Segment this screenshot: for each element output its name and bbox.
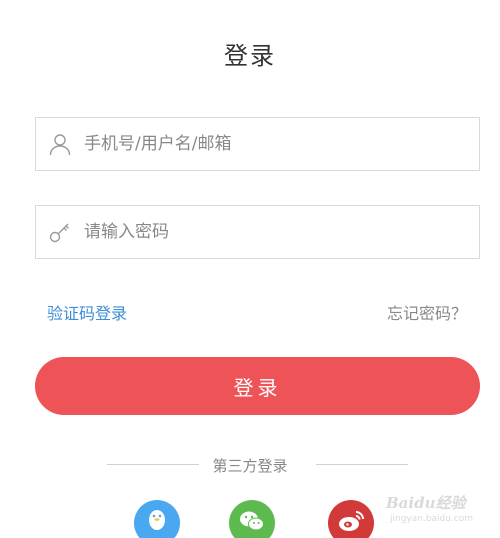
password-input[interactable] (84, 206, 479, 258)
third-party-label: 第三方登录 (212, 457, 288, 475)
user-icon (36, 118, 84, 170)
qq-penguin-icon (144, 506, 170, 538)
username-input[interactable] (84, 118, 479, 170)
watermark-url: jingyan.baidu.com (390, 514, 474, 524)
wechat-login-button[interactable] (229, 500, 275, 538)
wechat-icon (237, 508, 267, 538)
weibo-login-button[interactable] (328, 500, 374, 538)
weibo-icon (336, 508, 366, 538)
key-icon (36, 206, 84, 258)
sms-login-link[interactable]: 验证码登录 (47, 300, 127, 324)
forgot-password-link[interactable]: 忘记密码？ (387, 300, 467, 324)
watermark: Baidu经验 jingyan.baidu.com (386, 490, 496, 536)
username-field[interactable] (35, 117, 480, 171)
login-button[interactable]: 登录 (35, 357, 480, 415)
password-field[interactable] (35, 205, 480, 259)
qq-login-button[interactable] (134, 500, 180, 538)
page-title: 登录 (224, 42, 276, 70)
divider-line-right (316, 464, 408, 465)
watermark-logo: Baidu经验 (386, 494, 466, 512)
third-party-divider: 第三方登录 (0, 455, 500, 475)
